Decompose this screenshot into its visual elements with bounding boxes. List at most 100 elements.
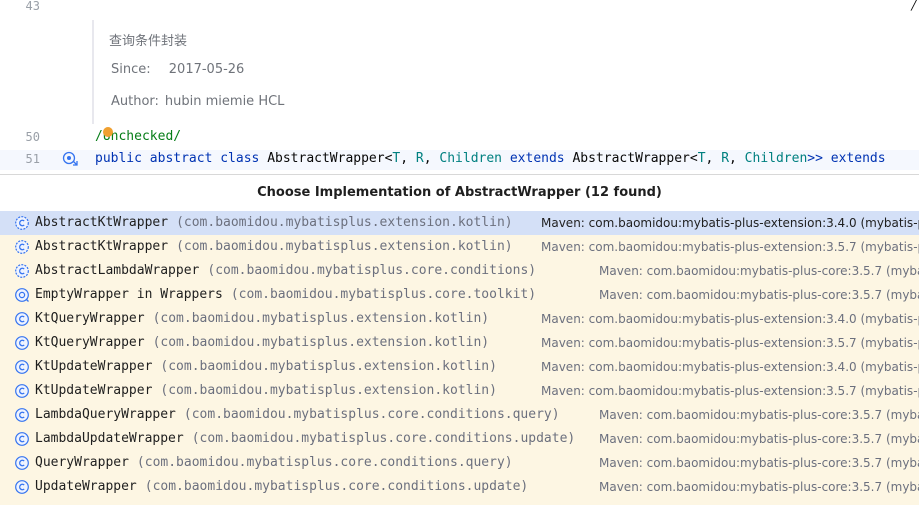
implementation-item[interactable]: KtQueryWrapper (com.baomidou.mybatisplus.… <box>0 331 919 355</box>
package-name: (com.baomidou.mybatisplus.extension.kotl… <box>176 215 513 230</box>
code-token: < <box>689 151 698 166</box>
implementation-item[interactable]: AbstractKtWrapper (com.baomidou.mybatispl… <box>0 211 919 235</box>
line-number: 43 <box>25 0 40 13</box>
class-icon <box>15 408 29 422</box>
abstract-class-icon <box>15 264 29 278</box>
implemented-by-icon[interactable] <box>62 151 78 167</box>
library-source: Maven: com.baomidou:mybatis-plus-extensi… <box>541 360 919 374</box>
class-name: LambdaUpdateWrapper <box>35 431 184 446</box>
class-name: QueryWrapper <box>35 455 129 470</box>
implementation-class-name: AbstractKtWrapper (com.baomidou.mybatispl… <box>35 211 513 235</box>
code-token: public abstract class <box>95 151 268 166</box>
doc-since-label: Since: <box>111 62 151 77</box>
implementation-item[interactable]: LambdaUpdateWrapper (com.baomidou.mybatis… <box>0 427 919 451</box>
class-icon <box>15 336 29 350</box>
doc-author-value: hubin miemie HCL <box>164 94 285 109</box>
implementation-item[interactable]: KtQueryWrapper (com.baomidou.mybatisplus.… <box>0 307 919 331</box>
implementation-item[interactable]: AbstractLambdaWrapper (com.baomidou.mybat… <box>0 259 919 283</box>
package-name: (com.baomidou.mybatisplus.extension.kotl… <box>160 383 497 398</box>
package-name: (com.baomidou.mybatisplus.extension.kotl… <box>152 335 490 350</box>
doc-author-label: Author: <box>111 94 159 109</box>
inspection-marker-icon[interactable]: ╱ <box>911 0 918 10</box>
code-token: >> extends <box>807 151 886 166</box>
class-name: KtQueryWrapper <box>35 335 145 350</box>
class-icon <box>15 480 29 494</box>
library-source: Maven: com.baomidou:mybatis-plus-core:3.… <box>599 480 919 494</box>
doc-since-value: 2017-05-26 <box>168 62 245 77</box>
class-name: AbstractLambdaWrapper <box>35 263 200 278</box>
library-source: Maven: com.baomidou:mybatis-plus-extensi… <box>541 240 919 254</box>
code-token: AbstractWrapper <box>267 151 385 166</box>
package-name: (com.baomidou.mybatisplus.core.condition… <box>191 431 576 446</box>
code-token: , <box>729 151 745 166</box>
doc-author: Author: hubin miemie HCL <box>111 94 284 109</box>
implementation-item[interactable]: KtUpdateWrapper (com.baomidou.mybatisplus… <box>0 355 919 379</box>
doc-since: Since: 2017-05-26 <box>111 62 244 77</box>
package-name: (com.baomidou.mybatisplus.core.condition… <box>136 455 513 470</box>
library-source: Maven: com.baomidou:mybatis-plus-core:3.… <box>599 264 919 278</box>
class-icon <box>15 384 29 398</box>
package-name: (com.baomidou.mybatisplus.core.condition… <box>183 407 560 422</box>
code-editor[interactable]: 43 50 51 查询条件封装 Since: 2017-05-26 Author… <box>0 0 919 174</box>
library-source: Maven: com.baomidou:mybatis-plus-core:3.… <box>599 408 919 422</box>
code-token: R <box>415 151 424 166</box>
implementation-item[interactable]: UpdateWrapper (com.baomidou.mybatisplus.c… <box>0 475 919 499</box>
editor-gutter: 43 50 51 <box>0 0 44 174</box>
package-name: (com.baomidou.mybatisplus.core.condition… <box>207 263 537 278</box>
class-name: LambdaQueryWrapper <box>35 407 176 422</box>
code-token: Children <box>744 151 808 166</box>
doc-summary: 查询条件封装 <box>109 34 188 49</box>
implementation-class-name: UpdateWrapper (com.baomidou.mybatisplus.c… <box>35 475 528 499</box>
implementation-class-name: KtQueryWrapper (com.baomidou.mybatisplus.… <box>35 331 489 355</box>
implementation-class-name: LambdaQueryWrapper (com.baomidou.mybatisp… <box>35 403 560 427</box>
implementation-item[interactable]: QueryWrapper (com.baomidou.mybatisplus.co… <box>0 451 919 475</box>
class-icon <box>15 456 29 470</box>
implementation-class-name: QueryWrapper (com.baomidou.mybatisplus.co… <box>35 451 513 475</box>
implementation-list[interactable]: AbstractKtWrapper (com.baomidou.mybatispl… <box>0 211 919 499</box>
popup-title: Choose Implementation of AbstractWrapper… <box>0 175 919 211</box>
code-token: Children <box>439 151 503 166</box>
implementation-class-name: KtUpdateWrapper (com.baomidou.mybatisplus… <box>35 355 497 379</box>
library-source: Maven: com.baomidou:mybatis-plus-extensi… <box>541 384 919 398</box>
class-name: AbstractKtWrapper <box>35 239 169 254</box>
code-token: , <box>400 151 416 166</box>
class-name: KtUpdateWrapper <box>35 383 153 398</box>
implementation-item[interactable]: LambdaQueryWrapper (com.baomidou.mybatisp… <box>0 403 919 427</box>
code-token: AbstractWrapper <box>572 151 690 166</box>
class-icon <box>15 360 29 374</box>
library-source: Maven: com.baomidou:mybatis-plus-extensi… <box>541 312 919 326</box>
class-name: KtUpdateWrapper <box>35 359 153 374</box>
class-name: AbstractKtWrapper <box>35 215 169 230</box>
abstract-class-icon <box>15 216 29 230</box>
implementation-class-name: AbstractLambdaWrapper (com.baomidou.mybat… <box>35 259 536 283</box>
library-source: Maven: com.baomidou:mybatis-plus-core:3.… <box>599 432 919 446</box>
package-name: (com.baomidou.mybatisplus.extension.kotl… <box>152 311 490 326</box>
code-token: R <box>721 151 730 166</box>
class-name: EmptyWrapper in Wrappers <box>35 287 223 302</box>
line-number: 50 <box>25 130 40 144</box>
class-name: KtQueryWrapper <box>35 311 145 326</box>
package-name: (com.baomidou.mybatisplus.core.condition… <box>144 479 529 494</box>
choose-implementation-popup: Choose Implementation of AbstractWrapper… <box>0 174 919 505</box>
doc-comment-bar <box>92 20 94 124</box>
library-source: Maven: com.baomidou:mybatis-plus-core:3.… <box>599 288 919 302</box>
implementation-item[interactable]: EmptyWrapper in Wrappers (com.baomidou.my… <box>0 283 919 307</box>
implementation-item[interactable]: AbstractKtWrapper (com.baomidou.mybatispl… <box>0 235 919 259</box>
implementation-class-name: AbstractKtWrapper (com.baomidou.mybatispl… <box>35 235 513 259</box>
implementation-class-name: LambdaUpdateWrapper (com.baomidou.mybatis… <box>35 427 575 451</box>
code-token: , <box>423 151 440 166</box>
code-line-51[interactable]: public abstract class AbstractWrapper<T,… <box>95 150 886 168</box>
package-name: (com.baomidou.mybatisplus.extension.kotl… <box>160 359 497 374</box>
library-source: Maven: com.baomidou:mybatis-plus-extensi… <box>541 336 919 350</box>
implementation-class-name: KtQueryWrapper (com.baomidou.mybatisplus.… <box>35 307 489 331</box>
line-number: 51 <box>25 152 40 166</box>
package-name: (com.baomidou.mybatisplus.core.toolkit) <box>230 287 537 302</box>
abstract-class-icon <box>15 240 29 254</box>
class-icon <box>15 312 29 326</box>
package-name: (com.baomidou.mybatisplus.extension.kotl… <box>176 239 513 254</box>
implementation-class-name: EmptyWrapper in Wrappers (com.baomidou.my… <box>35 283 536 307</box>
code-token: extends <box>502 151 573 166</box>
implementation-item[interactable]: KtUpdateWrapper (com.baomidou.mybatisplus… <box>0 379 919 403</box>
warning-bulb-icon[interactable] <box>103 127 113 137</box>
class-icon <box>15 432 29 446</box>
